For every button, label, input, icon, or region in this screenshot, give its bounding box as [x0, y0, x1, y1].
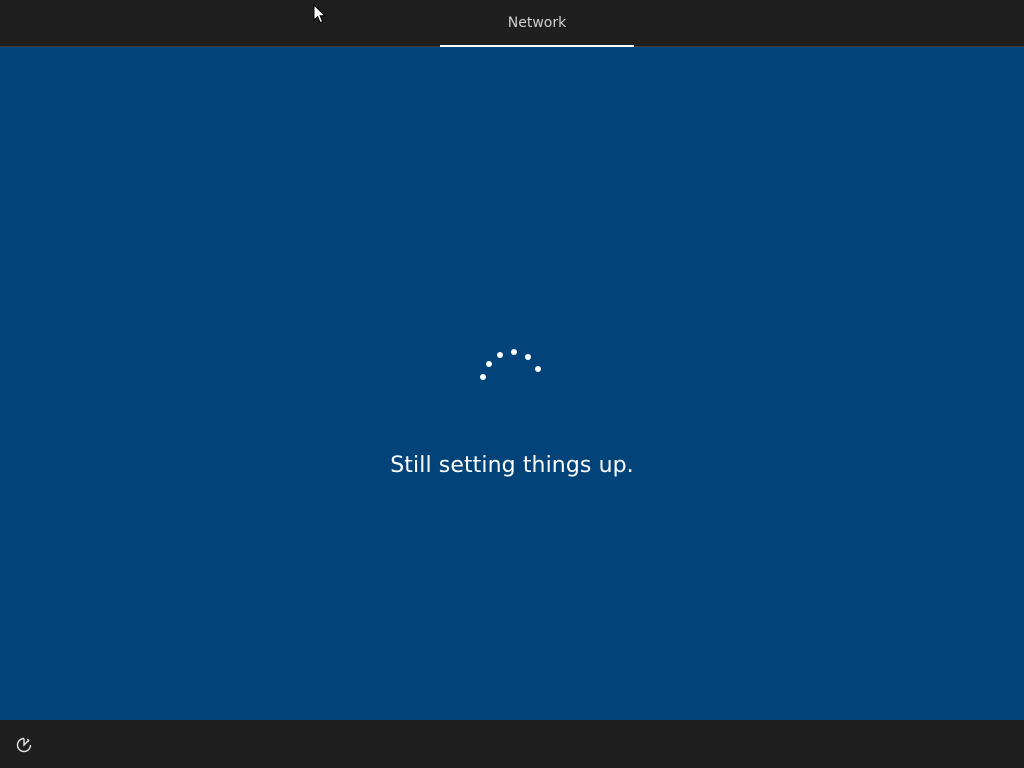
bottom-bar	[0, 720, 1024, 768]
spinner-dot	[535, 366, 541, 372]
main-panel: Still setting things up.	[0, 47, 1024, 720]
tab-network-label: Network	[507, 15, 567, 31]
spinner-dot	[480, 374, 486, 380]
spinner-dot	[497, 352, 503, 358]
ease-of-access-button[interactable]	[12, 734, 36, 756]
ease-of-access-icon	[16, 737, 32, 753]
mouse-pointer-icon	[313, 4, 327, 24]
status-message: Still setting things up.	[390, 453, 634, 478]
spinner-dot	[525, 354, 531, 360]
top-bar: Network	[0, 0, 1024, 47]
spinner-dot	[511, 349, 517, 355]
spinner-dot	[486, 361, 492, 367]
tab-network[interactable]: Network	[440, 0, 634, 47]
loading-spinner	[480, 349, 541, 380]
